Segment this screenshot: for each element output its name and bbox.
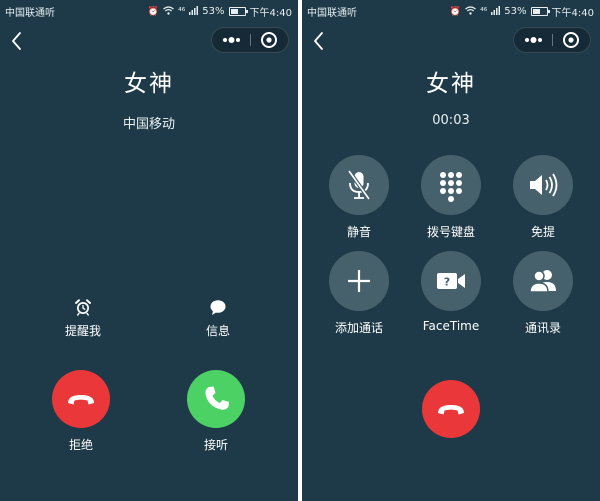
facetime-label: FaceTime <box>422 319 480 333</box>
message-label: 信息 <box>205 324 230 338</box>
svg-text:?: ? <box>444 276 450 289</box>
more-dots-icon <box>525 37 542 43</box>
answer-label: 接听 <box>203 438 228 452</box>
chevron-left-icon <box>314 32 323 50</box>
contacts-icon <box>529 270 556 293</box>
message-bubble-icon <box>210 300 226 315</box>
contacts-label: 通讯录 <box>524 321 561 335</box>
back-button[interactable] <box>310 30 328 52</box>
carrier-label: 中国联通听 <box>5 8 55 19</box>
speaker-icon <box>530 173 558 197</box>
keypad-circle[interactable] <box>421 155 481 215</box>
hang-up-phone-icon <box>438 405 464 415</box>
facetime-button[interactable]: ? FaceTime <box>411 251 491 333</box>
plus-icon <box>348 270 370 292</box>
back-button[interactable] <box>8 30 26 52</box>
mute-circle[interactable] <box>329 155 389 215</box>
facetime-icon: ? <box>437 273 465 289</box>
wifi-icon <box>163 5 174 18</box>
remind-me-label: 提醒我 <box>64 324 101 338</box>
active-call-screen: 中国联通听 ⏰ ⁴⁶ 53% 下午4:40 女神 00:03 静音 拨号键盘 免… <box>302 0 600 501</box>
keypad-icon <box>440 172 462 202</box>
hang-up-circle[interactable] <box>422 380 480 438</box>
battery-icon <box>228 7 248 16</box>
contacts-circle[interactable] <box>513 251 573 311</box>
signal-icon <box>189 5 199 18</box>
chevron-left-icon <box>12 32 21 50</box>
decline-circle[interactable] <box>52 370 110 428</box>
wifi-icon <box>465 5 476 18</box>
keypad-label: 拨号键盘 <box>426 225 475 239</box>
answer-circle[interactable] <box>187 370 245 428</box>
answer-button[interactable]: 接听 <box>171 370 261 453</box>
hang-up-phone-icon <box>68 395 94 405</box>
network-label: ⁴⁶ <box>480 6 488 17</box>
decline-label: 拒绝 <box>68 438 93 452</box>
incoming-call-screen: 中国联通听 ⏰ ⁴⁶ 53% 下午4:40 女神 中国移动 提醒我 信息 拒绝 … <box>0 0 298 501</box>
message-button[interactable]: 信息 <box>178 298 258 339</box>
add-call-circle[interactable] <box>329 251 389 311</box>
speaker-label: 免提 <box>530 225 555 239</box>
alarm-clock-icon <box>75 299 91 316</box>
speaker-button[interactable]: 免提 <box>503 155 583 240</box>
miniprogram-capsule <box>513 27 591 53</box>
alarm-icon: ⏰ <box>449 6 462 17</box>
speaker-circle[interactable] <box>513 155 573 215</box>
keypad-button[interactable]: 拨号键盘 <box>411 155 491 240</box>
battery-percent: 53% <box>504 6 527 17</box>
microphone-muted-icon <box>347 169 371 201</box>
carrier-label: 中国联通听 <box>307 8 357 19</box>
hang-up-button[interactable] <box>406 380 496 446</box>
decline-button[interactable]: 拒绝 <box>36 370 126 453</box>
add-call-label: 添加通话 <box>334 321 383 335</box>
more-button[interactable] <box>514 28 552 52</box>
contact-name: 女神 <box>426 71 476 97</box>
signal-icon <box>491 5 501 18</box>
remind-me-button[interactable]: 提醒我 <box>43 298 123 339</box>
contacts-button[interactable]: 通讯录 <box>503 251 583 336</box>
mute-button[interactable]: 静音 <box>319 155 399 240</box>
close-miniprogram-button[interactable] <box>250 28 288 52</box>
status-bar: 中国联通听 ⏰ ⁴⁶ 53% 下午4:40 <box>0 0 298 20</box>
facetime-circle[interactable]: ? <box>421 251 481 311</box>
target-close-icon <box>563 32 579 48</box>
mute-label: 静音 <box>346 225 371 239</box>
target-close-icon <box>261 32 277 48</box>
clock: 下午4:40 <box>249 8 292 19</box>
miniprogram-capsule <box>211 27 289 53</box>
call-duration: 00:03 <box>432 113 470 128</box>
status-bar: 中国联通听 ⏰ ⁴⁶ 53% 下午4:40 <box>302 0 600 20</box>
close-miniprogram-button[interactable] <box>552 28 590 52</box>
battery-icon <box>530 7 550 16</box>
network-label: ⁴⁶ <box>178 6 186 17</box>
more-dots-icon <box>223 37 240 43</box>
add-call-button[interactable]: 添加通话 <box>319 251 399 336</box>
contact-name: 女神 <box>124 71 174 97</box>
alarm-icon: ⏰ <box>147 6 160 17</box>
clock: 下午4:40 <box>551 8 594 19</box>
more-button[interactable] <box>212 28 250 52</box>
phone-icon <box>205 386 229 410</box>
battery-percent: 53% <box>202 6 225 17</box>
caller-carrier: 中国移动 <box>122 117 175 132</box>
